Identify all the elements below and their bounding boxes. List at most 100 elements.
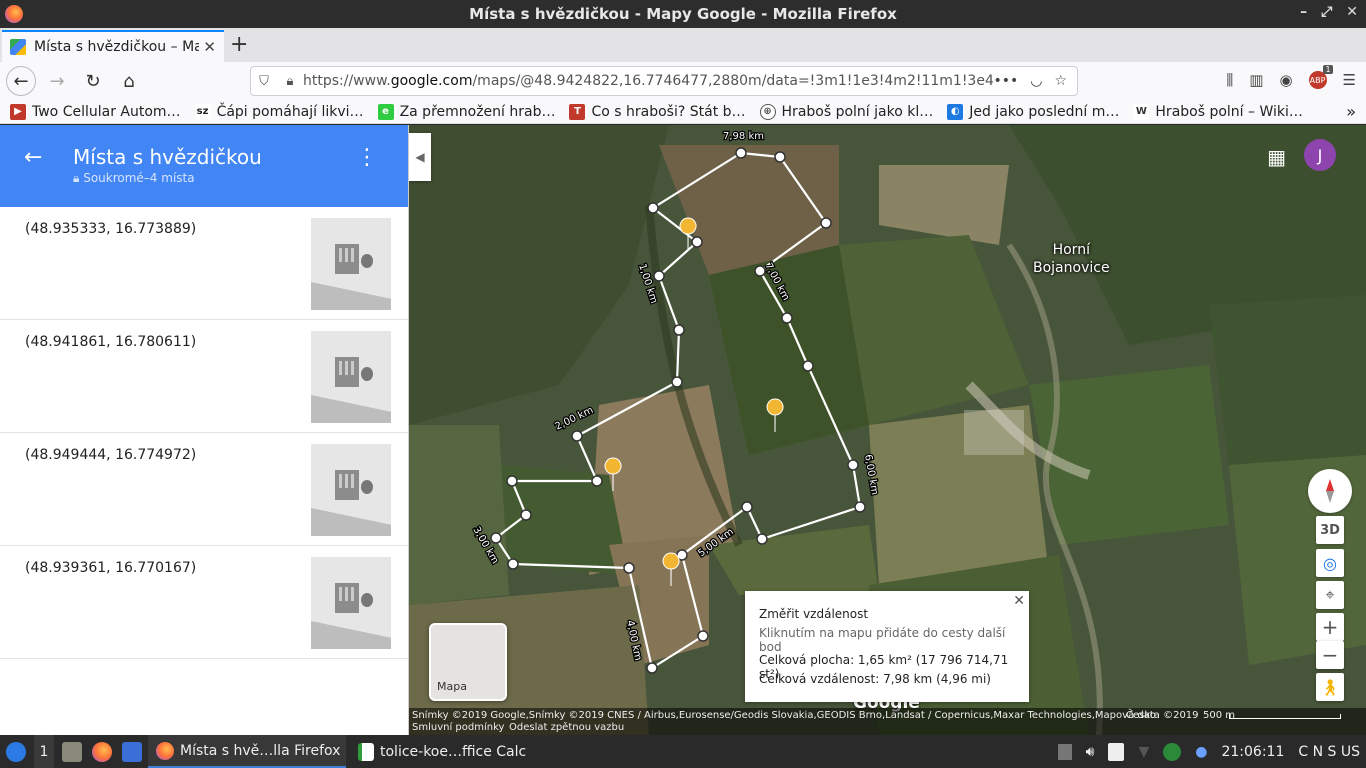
home-button[interactable]: ⌂ <box>114 66 144 96</box>
list-item[interactable]: (48.939361, 16.770167) <box>0 546 408 659</box>
measure-title: Změřit vzdálenost <box>759 607 869 621</box>
bookmarks-toolbar: ▶ Two Cellular Autom… sz Čápi pomáhají lik… <box>0 100 1366 124</box>
list-subtitle: 🔒︎ Soukromé–4 místa <box>73 171 195 185</box>
back-arrow-icon[interactable]: ← <box>24 145 42 170</box>
map-layer-label: Mapa <box>437 680 467 693</box>
my-location-icon[interactable]: ⌖ <box>1316 581 1344 609</box>
hamburger-menu-icon[interactable]: ☰ <box>1343 71 1356 89</box>
map-town-label: Horní Bojanovice <box>1033 242 1110 276</box>
pegman-icon[interactable]: 🚶︎ <box>1316 673 1344 701</box>
scale-bar[interactable] <box>1229 714 1341 719</box>
adblock-icon[interactable]: ABP 1 <box>1308 65 1333 89</box>
forward-button[interactable]: → <box>42 66 72 96</box>
bookmark-star-icon[interactable]: ☆ <box>1054 73 1067 89</box>
library-icon[interactable]: ⫼ <box>1226 71 1233 89</box>
svg-text:7,98 km: 7,98 km <box>723 131 764 142</box>
update-notifier-icon[interactable]: ● <box>1195 744 1207 760</box>
saved-places-panel: ← Místa s hvězdičkou 🔒︎ Soukromé–4 místa… <box>0 125 409 735</box>
3d-button[interactable]: 3D <box>1316 516 1344 544</box>
measure-hint: Kliknutím na mapu přidáte do cesty další… <box>759 626 1006 654</box>
bookmark-favicon-icon: ◐ <box>947 103 964 120</box>
close-icon[interactable]: ✕ <box>1013 593 1025 609</box>
place-coordinates: (48.939361, 16.770167) <box>25 560 197 576</box>
minimize-icon[interactable]: – <box>1300 4 1307 20</box>
shield-icon[interactable]: ⛉ <box>251 74 277 89</box>
list-item[interactable]: (48.941861, 16.780611) <box>0 320 408 433</box>
panel-header: ← Místa s hvězdičkou 🔒︎ Soukromé–4 místa… <box>0 125 408 207</box>
url-text[interactable]: https://www.google.com/maps/@48.9424822,… <box>303 73 993 89</box>
map-attribution: Snímky ©2019 Google,Snímky ©2019 CNES / … <box>409 708 1366 735</box>
close-tab-icon[interactable]: ✕ <box>203 38 216 56</box>
taskbar-calc-window[interactable]: tolice-koe…ffice Calc <box>350 735 550 768</box>
place-thumbnail <box>311 444 391 536</box>
country-link[interactable]: Česko <box>1126 710 1156 722</box>
network-icon[interactable]: ▼ <box>1138 744 1149 760</box>
bookmarks-overflow-icon[interactable]: » <box>1346 102 1356 121</box>
bookmark-favicon-icon: sz <box>194 103 211 120</box>
bookmark-item[interactable]: e Za přemnožení hrab… <box>377 103 555 120</box>
feedback-link[interactable]: Odeslat zpětnou vazbu <box>509 722 624 734</box>
lock-icon[interactable]: 🔒︎ <box>277 74 303 89</box>
maximize-icon[interactable]: ⤢ <box>1321 4 1332 20</box>
firefox-launcher-icon[interactable] <box>92 735 112 768</box>
google-maps-favicon-icon <box>10 39 26 55</box>
back-button[interactable]: ← <box>6 66 36 96</box>
total-distance: Celková vzdálenost: 7,98 km (4,96 mi) <box>759 672 991 686</box>
close-window-icon[interactable]: ✕ <box>1346 4 1358 20</box>
vpn-icon[interactable] <box>1163 742 1182 761</box>
imagery-credits: Snímky ©2019 Google,Snímky ©2019 CNES / … <box>412 710 1199 721</box>
spreadsheet-icon <box>358 742 374 761</box>
bookmark-favicon-icon: T <box>569 103 586 120</box>
bookmark-item[interactable]: sz Čápi pomáhají likvi… <box>194 103 364 120</box>
url-bar[interactable]: ⛉ 🔒︎ https://www.google.com/maps/@48.942… <box>250 66 1078 96</box>
google-apps-icon[interactable]: ▦ <box>1267 145 1286 169</box>
map-layer-toggle[interactable]: Mapa <box>429 623 507 701</box>
sidebar-icon[interactable]: ▥ <box>1249 71 1263 89</box>
avatar[interactable]: J <box>1304 139 1336 171</box>
file-manager-icon[interactable] <box>62 735 82 768</box>
firefox-icon <box>156 741 174 760</box>
globe-icon: ⊕ <box>759 103 776 120</box>
more-options-icon[interactable]: ⋮ <box>356 145 378 170</box>
place-coordinates: (48.935333, 16.773889) <box>25 221 197 237</box>
bookmark-item[interactable]: T Co s hraboši? Stát b… <box>569 103 746 120</box>
taskbar-firefox-window[interactable]: Místa s hvě…lla Firefox <box>148 735 346 768</box>
tab-google-maps[interactable]: Místa s hvězdičkou – Ma ✕ <box>2 30 224 62</box>
navigation-bar: ← → ↻ ⌂ ⛉ 🔒︎ https://www.google.com/maps… <box>0 62 1366 100</box>
terms-link[interactable]: Smluvní podmínky <box>412 722 504 734</box>
workspace-indicator[interactable]: 1 <box>34 735 54 768</box>
pocket-icon[interactable]: ◡ <box>1030 73 1042 89</box>
compass-icon[interactable] <box>1308 469 1352 513</box>
clock[interactable]: 21:06:11 <box>1221 744 1284 760</box>
place-thumbnail <box>311 557 391 649</box>
clipboard-icon[interactable] <box>1057 743 1072 760</box>
tab-strip: Místa s hvězdičkou – Ma ✕ + <box>0 28 1366 62</box>
bookmark-item[interactable]: ⊕ Hraboš polní jako kl… <box>759 103 933 120</box>
new-tab-button[interactable]: + <box>230 32 248 57</box>
bookmark-item[interactable]: ▶ Two Cellular Autom… <box>10 103 181 120</box>
firefox-logo-icon <box>5 5 23 23</box>
place-coordinates: (48.949444, 16.774972) <box>25 447 197 463</box>
keyboard-layout[interactable]: C N S US <box>1298 744 1360 760</box>
bookmark-favicon-icon: e <box>377 103 394 120</box>
bookmark-item[interactable]: W Hraboš polní – Wiki… <box>1133 103 1303 120</box>
window-title: Místa s hvězdičkou - Mapy Google - Mozil… <box>469 5 897 23</box>
notes-icon[interactable] <box>1108 742 1125 761</box>
place-coordinates: (48.941861, 16.780611) <box>25 334 197 350</box>
collapse-panel-button[interactable]: ◀ <box>409 133 431 181</box>
zoom-out-button[interactable]: − <box>1316 641 1344 669</box>
volume-icon[interactable]: 🔊︎ <box>1086 744 1095 760</box>
page-actions-icon[interactable]: ••• <box>993 73 1018 89</box>
account-icon[interactable]: ◉ <box>1279 71 1292 89</box>
reload-button[interactable]: ↻ <box>78 66 108 96</box>
globe-view-icon[interactable]: ◎ <box>1316 549 1344 577</box>
desktop-icon[interactable] <box>122 735 142 768</box>
place-thumbnail <box>311 331 391 423</box>
list-item[interactable]: (48.935333, 16.773889) <box>0 207 408 320</box>
bookmark-item[interactable]: ◐ Jed jako poslední m… <box>947 103 1119 120</box>
satellite-map[interactable]: 7,98 km 7,00 km 1,00 km 2,00 km 3,00 km … <box>409 125 1366 735</box>
list-item[interactable]: (48.949444, 16.774972) <box>0 433 408 546</box>
start-menu-icon[interactable] <box>6 735 26 768</box>
taskbar-task-label: Místa s hvě…lla Firefox <box>180 742 341 759</box>
zoom-in-button[interactable]: + <box>1316 613 1344 641</box>
